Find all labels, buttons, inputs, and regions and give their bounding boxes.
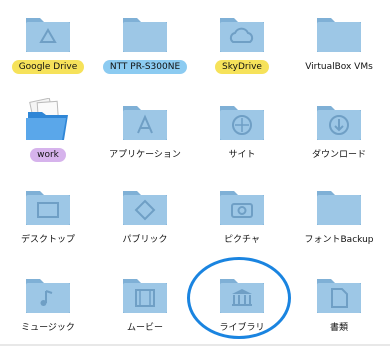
- folder-skydrive[interactable]: SkyDrive: [194, 10, 290, 80]
- folder-downloads[interactable]: ダウンロード: [291, 98, 387, 168]
- folder-ntt-pr-s300ne[interactable]: NTT PR-S300NE: [97, 10, 193, 80]
- folder-icon: [123, 18, 167, 52]
- highlight-circle: [187, 257, 291, 339]
- folder-documents[interactable]: 書類: [291, 271, 387, 341]
- folder-music[interactable]: ミュージック: [0, 271, 96, 341]
- sites-compass-folder-icon: [220, 106, 264, 140]
- folder-label: ミュージック: [21, 323, 75, 333]
- music-folder-icon: [26, 279, 70, 313]
- folder-label: SkyDrive: [215, 60, 269, 74]
- folder-label: work: [30, 148, 66, 162]
- camera-folder-icon: [220, 191, 264, 225]
- folder-label: パブリック: [122, 235, 168, 245]
- folder-label: ピクチャ: [224, 235, 260, 245]
- cloud-folder-icon: [220, 18, 264, 52]
- google-drive-folder-icon: [26, 18, 70, 52]
- folder-applications[interactable]: アプリケーション: [97, 98, 193, 168]
- folder-virtualbox-vms[interactable]: VirtualBox VMs: [291, 10, 387, 80]
- folder-label: デスクトップ: [20, 235, 75, 245]
- folder-desktop[interactable]: デスクトップ: [0, 183, 96, 253]
- folder-label: ダウンロード: [311, 150, 366, 160]
- folder-icon: [317, 18, 361, 52]
- folder-pictures[interactable]: ピクチャ: [194, 183, 290, 253]
- desktop-folder-icon: [26, 191, 70, 225]
- download-folder-icon: [317, 106, 361, 140]
- open-folder-with-files-icon: [26, 98, 68, 140]
- finder-icon-grid: Google Drive NTT PR-S300NE SkyDrive Virt…: [0, 0, 390, 346]
- document-folder-icon: [317, 279, 361, 313]
- folder-public[interactable]: パブリック: [97, 183, 193, 253]
- folder-google-drive[interactable]: Google Drive: [0, 10, 96, 80]
- folder-sites[interactable]: サイト: [194, 98, 290, 168]
- folder-label: VirtualBox VMs: [305, 62, 373, 72]
- folder-icon: [317, 191, 361, 225]
- folder-label: NTT PR-S300NE: [102, 60, 188, 74]
- applications-folder-icon: [123, 106, 167, 140]
- film-folder-icon: [123, 279, 167, 313]
- folder-label: 書類: [329, 323, 348, 333]
- folder-movies[interactable]: ムービー: [97, 271, 193, 341]
- folder-label: Google Drive: [11, 60, 85, 74]
- folder-font-backup[interactable]: フォントBackup: [291, 183, 387, 253]
- folder-label: アプリケーション: [109, 150, 181, 160]
- folder-label: ムービー: [126, 323, 163, 333]
- folder-label: サイト: [228, 150, 256, 160]
- folder-work[interactable]: work: [0, 98, 96, 168]
- folder-label: フォントBackup: [304, 235, 374, 245]
- public-folder-icon: [123, 191, 167, 225]
